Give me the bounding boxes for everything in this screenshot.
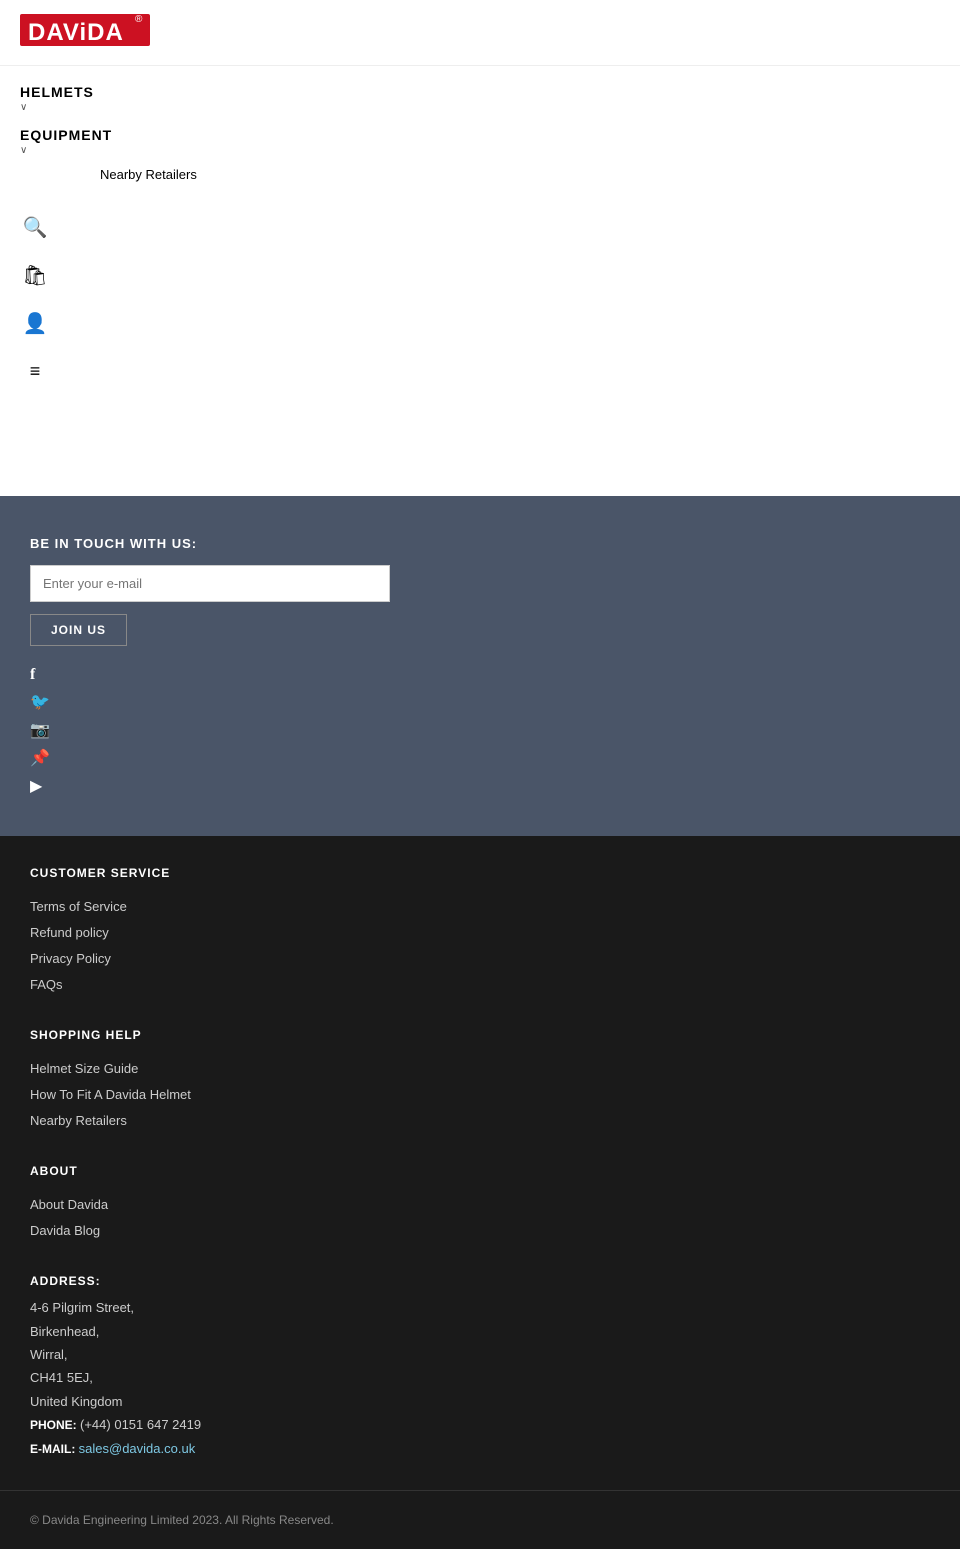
email-label: E-MAIL: [30,1442,79,1456]
join-us-button[interactable]: JOIN US [30,614,127,646]
newsletter-section: BE IN TOUCH WITH US: JOIN US f 🐦 📷 📌 ▶ [0,496,960,836]
helmets-chevron: ∨ [20,102,940,119]
search-icon[interactable]: 🔍 [20,212,50,242]
main-content [0,396,960,496]
newsletter-title: BE IN TOUCH WITH US: [30,536,930,551]
bag-icon[interactable]: 🛍 [20,260,50,290]
youtube-icon[interactable]: ▶ [30,776,50,796]
copyright-text: © Davida Engineering Limited 2023. All R… [30,1513,334,1527]
nearby-retailers-link[interactable]: Nearby Retailers [30,1108,930,1134]
email-line: E-MAIL: sales@davida.co.uk [30,1437,930,1461]
davida-blog-link[interactable]: Davida Blog [30,1218,930,1244]
shopping-help-heading: SHOPPING HELP [30,1028,930,1042]
bottom-bar: © Davida Engineering Limited 2023. All R… [0,1490,960,1549]
pinterest-icon[interactable]: 📌 [30,748,50,768]
privacy-link[interactable]: Privacy Policy [30,946,930,972]
submenu: Nearby Retailers [20,162,940,192]
address-label: ADDRESS: [30,1274,930,1288]
svg-text:®: ® [135,14,143,25]
facebook-icon[interactable]: f [30,666,50,684]
instagram-icon[interactable]: 📷 [30,720,50,740]
refund-link[interactable]: Refund policy [30,920,930,946]
footer-section: CUSTOMER SERVICE Terms of Service Refund… [0,836,960,1490]
social-icons: f 🐦 📷 📌 ▶ [30,666,930,796]
submenu-nearby-retailers[interactable]: Nearby Retailers [100,166,940,184]
address-line-5: United Kingdom [30,1390,930,1413]
email-input[interactable] [30,565,390,602]
shopping-help-links: Helmet Size Guide How To Fit A Davida He… [30,1056,930,1134]
user-icon[interactable]: 👤 [20,308,50,338]
nav-equipment[interactable]: EQUIPMENT [20,119,940,145]
phone-number: (+44) 0151 647 2419 [80,1417,201,1432]
helmet-size-guide-link[interactable]: Helmet Size Guide [30,1056,930,1082]
address-line-3: Wirral, [30,1343,930,1366]
faqs-link[interactable]: FAQs [30,972,930,998]
email-address[interactable]: sales@davida.co.uk [79,1441,196,1456]
header: DAViDA ® [0,0,960,66]
icon-row: 🔍 🛍 👤 ≡ [0,202,960,396]
logo[interactable]: DAViDA ® [20,10,940,55]
customer-service-heading: CUSTOMER SERVICE [30,866,930,880]
nav-section: HELMETS ∨ EQUIPMENT ∨ Nearby Retailers [0,66,960,202]
nav-helmets[interactable]: HELMETS [20,76,940,102]
about-links: About Davida Davida Blog [30,1192,930,1244]
address-line-4: CH41 5EJ, [30,1366,930,1389]
address-line-1: 4-6 Pilgrim Street, [30,1296,930,1319]
filter-icon[interactable]: ≡ [20,356,50,386]
address-section: ADDRESS: 4-6 Pilgrim Street, Birkenhead,… [30,1274,930,1460]
phone-line: PHONE: (+44) 0151 647 2419 [30,1413,930,1437]
terms-link[interactable]: Terms of Service [30,894,930,920]
about-heading: ABOUT [30,1164,930,1178]
about-davida-link[interactable]: About Davida [30,1192,930,1218]
svg-text:DAViDA: DAViDA [28,19,124,46]
equipment-chevron: ∨ [20,145,940,162]
address-line-2: Birkenhead, [30,1320,930,1343]
how-to-fit-link[interactable]: How To Fit A Davida Helmet [30,1082,930,1108]
customer-service-links: Terms of Service Refund policy Privacy P… [30,894,930,998]
twitter-icon[interactable]: 🐦 [30,692,50,712]
phone-label: PHONE: [30,1418,80,1432]
